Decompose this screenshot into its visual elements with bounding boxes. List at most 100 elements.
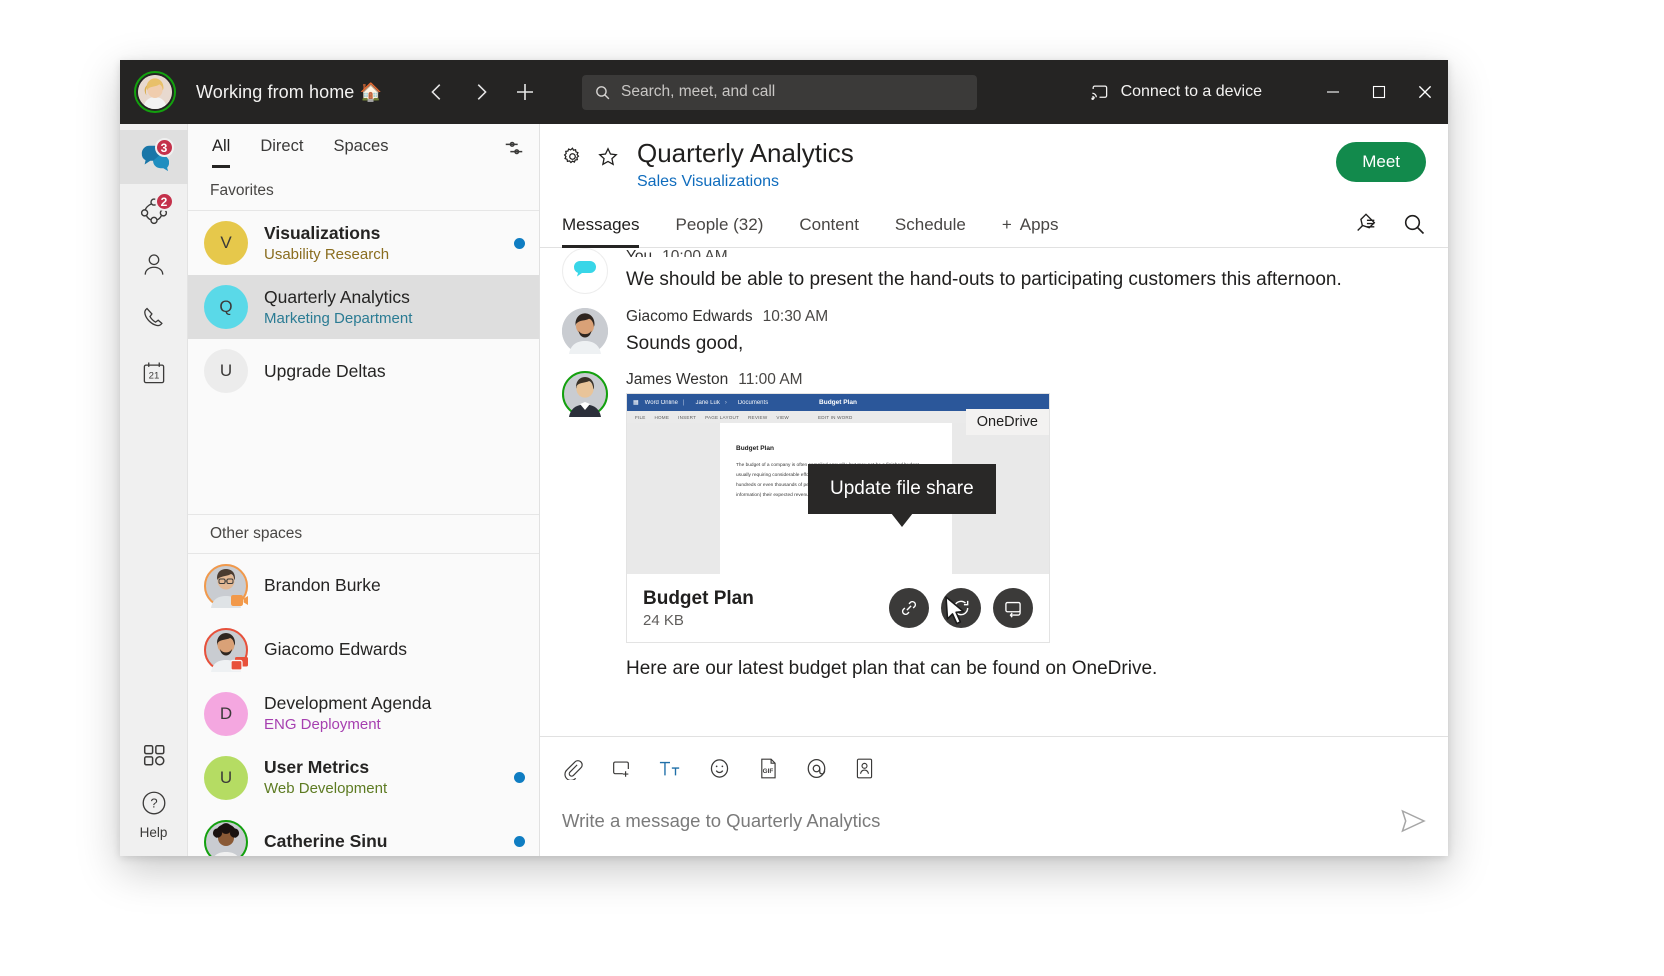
list-item-brandon-burke[interactable]: Brandon Burke (188, 554, 539, 618)
send-button[interactable] (1400, 808, 1426, 834)
list-item-user-metrics[interactable]: U User Metrics Web Development (188, 746, 539, 810)
sidebar-item-contacts[interactable] (120, 238, 188, 292)
message-meta: James Weston11:00 AM (626, 371, 1426, 389)
search-messages-button[interactable] (1402, 212, 1426, 236)
menu-page-layout: PAGE LAYOUT (705, 415, 739, 420)
page-title: Quarterly Analytics (637, 138, 854, 169)
sidebar-item-teams[interactable]: 2 (120, 184, 188, 238)
list-item-development-agenda[interactable]: D Development Agenda ENG Deployment (188, 682, 539, 746)
connect-to-device-button[interactable]: Connect to a device (1072, 83, 1280, 102)
edit-in-word-label: EDIT IN WORD (818, 415, 852, 420)
format-Tt-icon (658, 758, 682, 780)
apps-grid-icon (141, 742, 167, 768)
tabs-right-actions (1354, 212, 1426, 242)
list-item-title: Quarterly Analytics (264, 286, 525, 308)
meet-button[interactable]: Meet (1336, 142, 1426, 182)
contact-card-icon (854, 757, 875, 780)
emoji-button[interactable] (708, 757, 731, 780)
space-header: Quarterly Analytics Sales Visualizations… (540, 124, 1448, 191)
filter-direct[interactable]: Direct (260, 137, 303, 159)
message-list[interactable]: You10:00 AM We should be able to present… (540, 248, 1448, 736)
list-item-text: Quarterly Analytics Marketing Department (264, 286, 525, 329)
contact-card-button[interactable] (854, 757, 875, 780)
app-window: Working from home 🏠 Search, meet, and ca… (120, 60, 1448, 856)
message-input-row: Write a message to Quarterly Analytics (562, 790, 1426, 856)
close-button[interactable] (1402, 60, 1448, 124)
help-button[interactable]: ? (120, 782, 188, 824)
attach-file-button[interactable] (562, 758, 584, 780)
content-tabs: Messages People (32) Content Schedule + … (540, 207, 1448, 248)
share-screen-icon (1003, 598, 1023, 618)
pinned-messages-button[interactable] (1354, 212, 1378, 236)
word-online-app: Word Online (645, 400, 678, 406)
bar-divider: | (683, 400, 685, 406)
file-card[interactable]: ▦ Word Online | Jane Luk › Documents Bud… (626, 393, 1050, 643)
filter-spaces[interactable]: Spaces (333, 137, 388, 159)
avatar-initial: U (220, 768, 232, 788)
tab-add-apps[interactable]: + Apps (1002, 207, 1059, 247)
list-item-title: Development Agenda (264, 692, 525, 714)
search-container: Search, meet, and call (582, 75, 977, 110)
tab-messages[interactable]: Messages (562, 207, 639, 247)
search-icon (1402, 212, 1426, 236)
sidebar-item-calendar[interactable]: 21 (120, 346, 188, 400)
word-online-user: Jane Luk (695, 400, 719, 406)
space-header-icons (562, 138, 619, 168)
tab-schedule[interactable]: Schedule (895, 207, 966, 247)
list-item-upgrade-deltas[interactable]: U Upgrade Deltas (188, 339, 539, 403)
sidebar-item-calls[interactable] (120, 292, 188, 346)
menu-review: REVIEW (748, 415, 767, 420)
space-avatar: Q (204, 285, 248, 329)
format-text-button[interactable] (658, 758, 682, 780)
chat-badge: 3 (155, 138, 174, 157)
search-icon (594, 84, 611, 101)
message-body: James Weston11:00 AM ▦ Word Online | Jan… (626, 371, 1426, 683)
list-item-catherine-sinu[interactable]: Catherine Sinu (188, 810, 539, 857)
space-settings-button[interactable] (562, 146, 583, 168)
help-label: Help (140, 825, 168, 840)
nav-rail: 3 2 21 (120, 124, 188, 856)
search-input[interactable]: Search, meet, and call (582, 75, 977, 110)
new-item-button[interactable] (508, 75, 542, 109)
refresh-button[interactable] (941, 588, 981, 628)
link-icon (899, 598, 919, 618)
tab-people[interactable]: People (32) (675, 207, 763, 247)
page-subtitle[interactable]: Sales Visualizations (637, 173, 854, 191)
message-avatar (562, 308, 608, 354)
filter-all[interactable]: All (212, 137, 230, 159)
message-author: Giacomo Edwards (626, 308, 753, 325)
apps-button[interactable] (120, 728, 188, 782)
titlebar-right: Connect to a device (1072, 60, 1448, 124)
list-item-subtitle: Web Development (264, 779, 506, 799)
avatar[interactable] (134, 71, 176, 113)
mention-button[interactable] (805, 757, 828, 780)
tab-content[interactable]: Content (799, 207, 859, 247)
favorite-button[interactable] (597, 146, 619, 168)
file-card-footer: Budget Plan 24 KB (627, 574, 1049, 642)
maximize-button[interactable] (1356, 60, 1402, 124)
menu-view: VIEW (776, 415, 789, 420)
list-item-subtitle: Usability Research (264, 245, 506, 265)
copy-link-button[interactable] (889, 588, 929, 628)
list-item-giacomo-edwards[interactable]: Giacomo Edwards (188, 618, 539, 682)
screen-capture-button[interactable] (610, 758, 632, 780)
status-message[interactable]: Working from home 🏠 (196, 82, 382, 103)
list-item-visualizations[interactable]: V Visualizations Usability Research (188, 211, 539, 275)
update-file-share-button[interactable] (993, 588, 1033, 628)
back-button[interactable] (420, 75, 454, 109)
sidebar-item-chat[interactable]: 3 (120, 130, 188, 184)
smiley-icon (708, 757, 731, 780)
forward-button[interactable] (464, 75, 498, 109)
list-item-quarterly-analytics[interactable]: Q Quarterly Analytics Marketing Departme… (188, 275, 539, 339)
filter-settings-button[interactable] (503, 137, 525, 159)
breadcrumb-chevron: › (725, 400, 727, 406)
message-input[interactable]: Write a message to Quarterly Analytics (562, 810, 1400, 832)
screenshot-stage: Working from home 🏠 Search, meet, and ca… (0, 0, 1664, 976)
list-item-title: Upgrade Deltas (264, 360, 525, 382)
gif-button[interactable]: GIF (757, 757, 779, 780)
avatar-initial: V (220, 233, 231, 253)
file-info: Budget Plan 24 KB (643, 588, 754, 629)
screen-plus-icon (610, 758, 632, 780)
rail-bottom: ? Help (120, 728, 188, 856)
minimize-button[interactable] (1310, 60, 1356, 124)
